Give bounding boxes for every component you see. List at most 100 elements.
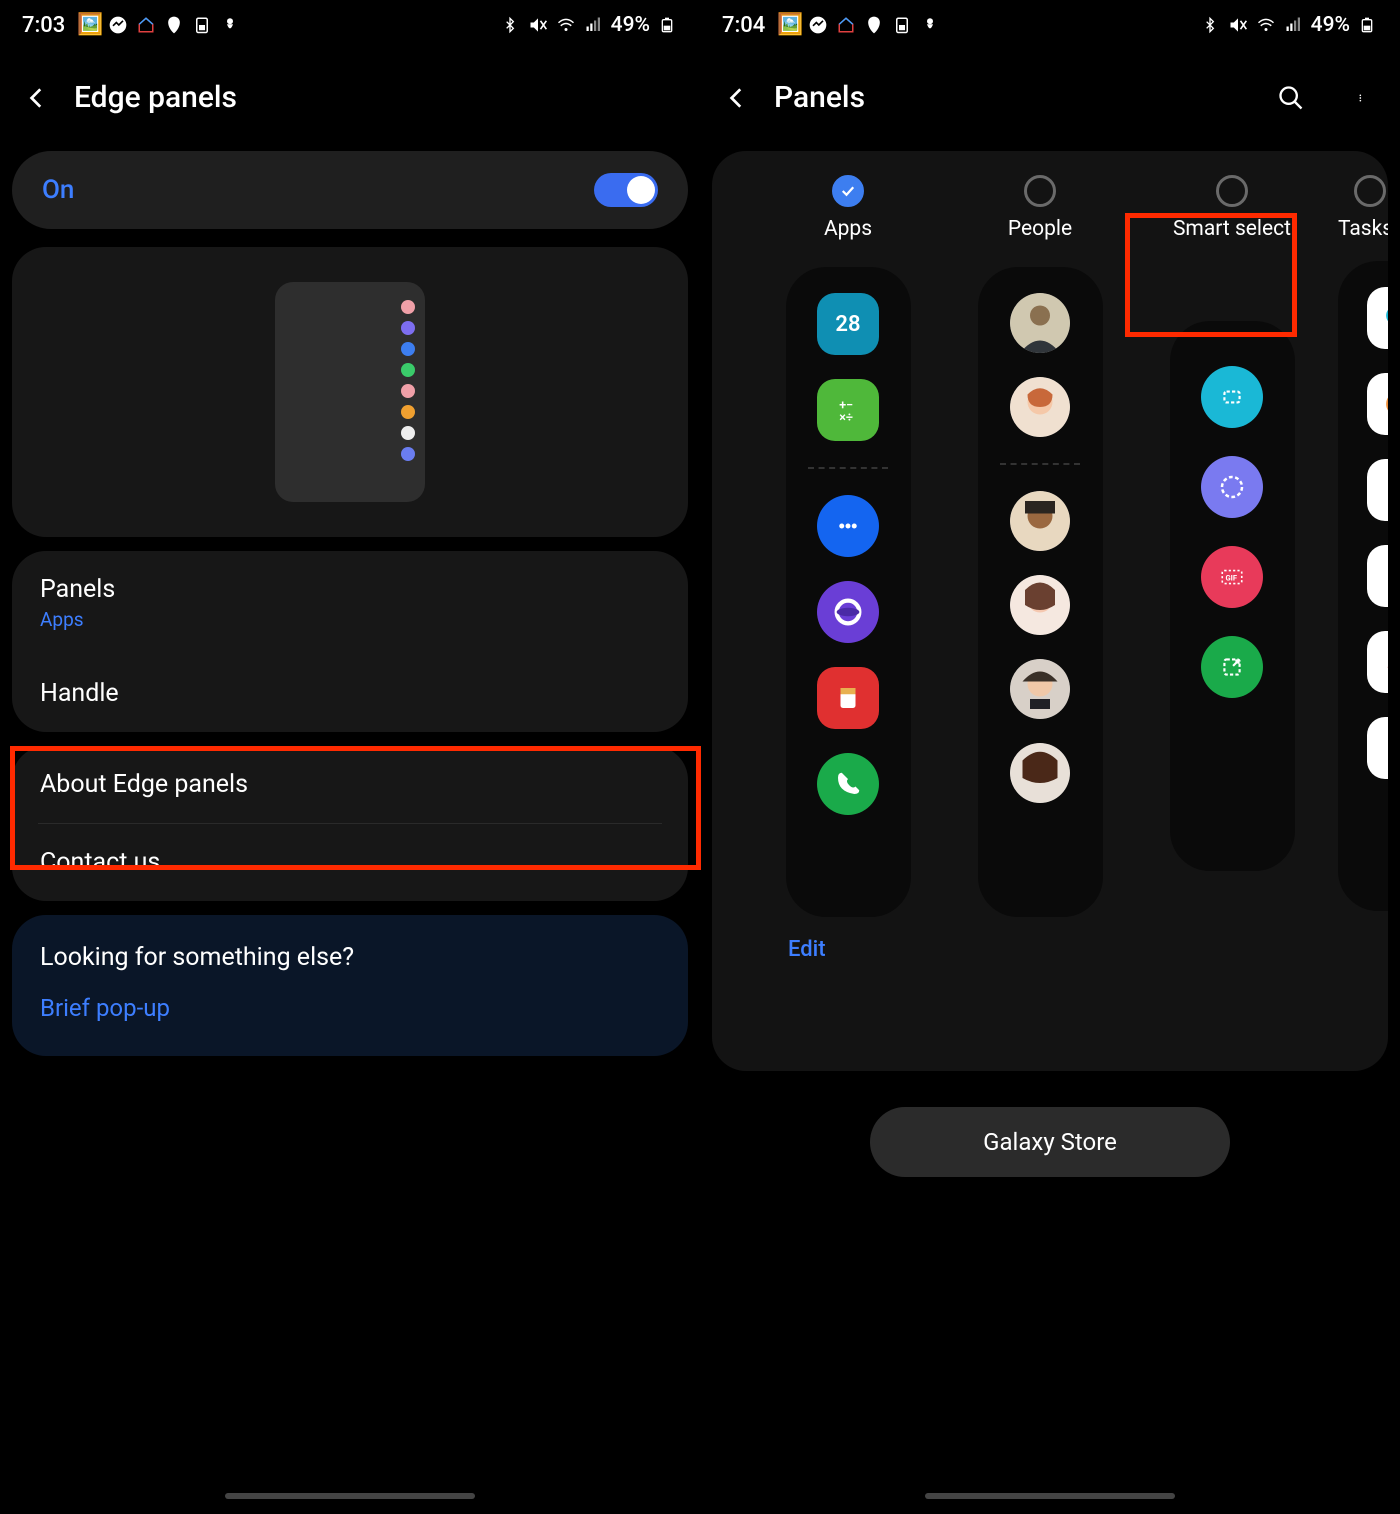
svg-text:×÷: ×÷ <box>839 410 853 425</box>
menu-contact-label: Contact us <box>40 848 660 877</box>
navigation-bar[interactable] <box>925 1493 1175 1499</box>
status-time: 7:03 <box>22 13 65 38</box>
status-bar: 7:03 🖼️ <box>0 0 700 50</box>
page-title: Panels <box>774 80 1234 115</box>
phone-icon <box>817 753 879 815</box>
mute-icon <box>1227 14 1249 36</box>
draw-icon <box>1367 631 1388 693</box>
screen-edge-panels: 7:03 🖼️ <box>0 0 700 1514</box>
avatar-icon <box>1010 491 1070 551</box>
gallery-icon: 🖼️ <box>79 14 101 36</box>
gif-icon: GIF <box>1201 546 1263 608</box>
calendar-day: 28 <box>835 312 860 337</box>
galaxy-store-label: Galaxy Store <box>983 1128 1117 1156</box>
page-title: Edge panels <box>74 80 678 115</box>
back-button[interactable] <box>722 83 752 113</box>
bluetooth-icon <box>1199 14 1221 36</box>
panels-container: Apps 28 +−×÷ <box>712 151 1388 1071</box>
radio-checked-icon[interactable] <box>832 175 864 207</box>
radio-unchecked-icon[interactable] <box>1024 175 1056 207</box>
battery-icon <box>656 14 678 36</box>
back-button[interactable] <box>22 83 52 113</box>
status-bar: 7:04 🖼️ <box>700 0 1400 50</box>
fitness-icon <box>863 14 885 36</box>
menu-section-1: Panels Apps Handle <box>12 551 688 732</box>
more-button[interactable] <box>1348 83 1378 113</box>
panel-row[interactable]: Apps 28 +−×÷ <box>752 175 1370 917</box>
panel-label-people: People <box>1008 217 1072 241</box>
home-icon <box>135 14 157 36</box>
pin-icon <box>1201 636 1263 698</box>
search-button[interactable] <box>1276 83 1306 113</box>
app-icon <box>919 14 941 36</box>
oval-select-icon <box>1201 456 1263 518</box>
wifi-icon <box>1255 14 1277 36</box>
notes-icon <box>817 667 879 729</box>
screen-panels: 7:04 🖼️ <box>700 0 1400 1514</box>
fitness-icon <box>163 14 185 36</box>
radio-unchecked-icon[interactable] <box>1216 175 1248 207</box>
edge-preview-card <box>12 247 688 537</box>
messages-icon <box>817 495 879 557</box>
smart-select-preview: GIF <box>1170 321 1295 871</box>
battery-card-icon <box>191 14 213 36</box>
messenger-icon <box>807 14 829 36</box>
suggestion-link[interactable]: Brief pop-up <box>40 994 660 1022</box>
signal-icon <box>583 14 605 36</box>
toggle-label: On <box>42 175 74 205</box>
battery-card-icon <box>891 14 913 36</box>
battery-percent: 49% <box>1311 13 1350 37</box>
home-icon <box>835 14 857 36</box>
rectangle-select-icon <box>1201 366 1263 428</box>
battery-percent: 49% <box>611 13 650 37</box>
divider <box>808 467 888 469</box>
tasks-panel-preview <box>1338 261 1388 911</box>
divider <box>1000 463 1080 465</box>
add-event-icon <box>1367 459 1388 521</box>
people-panel-preview <box>978 267 1103 917</box>
menu-section-2: About Edge panels Contact us <box>12 746 688 901</box>
header: Edge panels <box>0 50 700 145</box>
menu-about-label: About Edge panels <box>40 770 660 799</box>
master-toggle-row[interactable]: On <box>12 151 688 229</box>
radio-unchecked-icon[interactable] <box>1354 175 1386 207</box>
suggestion-title: Looking for something else? <box>40 943 660 972</box>
gallery-icon: 🖼️ <box>779 14 801 36</box>
menu-panels[interactable]: Panels Apps <box>12 551 688 655</box>
menu-handle[interactable]: Handle <box>12 655 688 732</box>
phone-preview <box>275 282 425 502</box>
panel-option-apps[interactable]: Apps 28 +−×÷ <box>752 175 944 917</box>
panel-option-tasks[interactable]: Tasks <box>1328 175 1388 917</box>
edit-link[interactable]: Edit <box>788 937 826 962</box>
menu-panels-sub: Apps <box>40 608 660 631</box>
header: Panels <box>700 50 1400 145</box>
finder-icon <box>1367 287 1388 349</box>
calculator-icon: +−×÷ <box>817 379 879 441</box>
panel-option-people[interactable]: People <box>944 175 1136 917</box>
menu-contact[interactable]: Contact us <box>12 824 688 901</box>
menu-handle-label: Handle <box>40 679 660 708</box>
app-icon <box>219 14 241 36</box>
galaxy-store-button[interactable]: Galaxy Store <box>870 1107 1230 1177</box>
messenger-icon <box>107 14 129 36</box>
wifi-icon <box>555 14 577 36</box>
clock-icon <box>1367 373 1388 435</box>
apps-panel-preview: 28 +−×÷ <box>786 267 911 917</box>
internet-icon <box>817 581 879 643</box>
battery-icon <box>1356 14 1378 36</box>
master-toggle[interactable] <box>594 173 658 207</box>
bluetooth-icon <box>499 14 521 36</box>
edge-panel-dots <box>401 300 415 461</box>
calendar-icon: 28 <box>817 293 879 355</box>
voice-icon <box>1367 545 1388 607</box>
add-contact-icon <box>1367 717 1388 779</box>
navigation-bar[interactable] <box>225 1493 475 1499</box>
panel-label-apps: Apps <box>824 217 872 241</box>
suggestion-card: Looking for something else? Brief pop-up <box>12 915 688 1056</box>
panel-option-smart-select[interactable]: Smart select GIF <box>1136 175 1328 917</box>
panel-label-smart: Smart select <box>1173 217 1291 241</box>
panel-label-tasks: Tasks <box>1338 217 1388 241</box>
svg-text:GIF: GIF <box>1226 573 1238 582</box>
avatar-icon <box>1010 743 1070 803</box>
menu-about[interactable]: About Edge panels <box>12 746 688 823</box>
